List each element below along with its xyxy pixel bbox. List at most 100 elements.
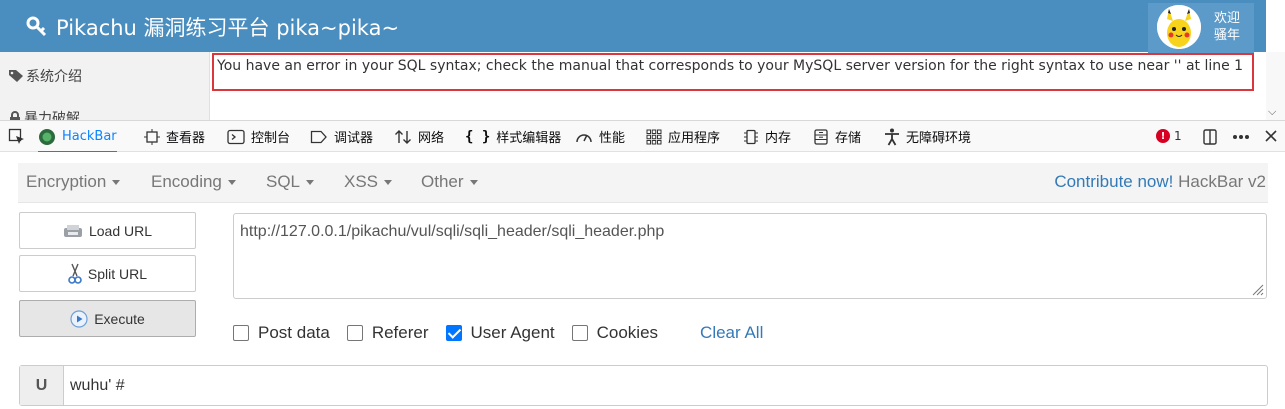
console-icon [227,129,245,144]
button-label: Split URL [87,265,148,282]
tab-console[interactable]: 控制台 [227,121,290,152]
play-icon [70,309,88,328]
menu-encryption[interactable]: Encryption [26,172,121,192]
button-label: Load URL [88,222,153,239]
devtools-toolbar: HackBar 查看器 控制台 调试器 网络 { } 样式编辑器 性能 应用程序… [0,120,1285,153]
option-label: Referer [371,323,429,342]
user-agent-label: U [20,366,64,405]
sidebar-item-label: 暴力破解 [24,111,80,120]
error-icon: ! [1156,129,1170,143]
memory-icon [744,129,758,144]
style-editor-icon: { } [465,128,491,145]
lock-icon [10,111,20,120]
checkbox-referer[interactable] [346,325,363,341]
scissors-icon [68,263,82,284]
tab-label: 存储 [835,131,862,146]
tab-application[interactable]: 应用程序 [646,121,720,152]
option-post-data[interactable]: Post data [233,323,330,343]
accessibility-icon [885,128,899,145]
network-icon [395,129,411,144]
key-icon [26,16,47,37]
checkbox-user-agent[interactable] [445,325,462,341]
tab-label: 内存 [765,131,792,146]
option-referer[interactable]: Referer [346,323,429,343]
tab-label: 控制台 [251,131,291,146]
tab-label: 调试器 [334,131,374,146]
menu-sql[interactable]: SQL [266,172,315,192]
storage-icon [814,128,828,145]
page-scrollbar[interactable]: ⌵ [1266,52,1285,120]
close-icon[interactable] [1264,129,1278,143]
menu-encoding[interactable]: Encoding [151,172,236,192]
hackbar-version: HackBar v2 [1178,172,1266,191]
error-count: 1 [1174,129,1182,143]
application-icon [646,129,662,144]
user-agent-input[interactable]: wuhu' # [64,366,1267,405]
menu-other[interactable]: Other [421,172,478,192]
more-options-icon[interactable] [1232,134,1250,140]
sidebar-item-bruteforce[interactable]: 暴力破解 [8,108,80,120]
chevron-down-icon[interactable]: ⌵ [1268,105,1276,119]
caret-down-icon [384,180,393,186]
performance-icon [576,133,592,142]
error-counter[interactable]: ! 1 [1156,129,1182,143]
avatar [1157,5,1201,49]
sidebar: 系统介绍 暴力破解 [0,52,210,120]
tab-label: HackBar [62,129,117,144]
option-label: Cookies [596,323,659,342]
inspector-icon [144,128,160,145]
tab-label: 样式编辑器 [496,131,562,146]
caret-down-icon [469,180,478,186]
caret-down-icon [112,180,121,186]
contribute-link[interactable]: Contribute now! [1054,172,1173,191]
error-text: You have an error in your SQL syntax; ch… [217,58,1244,74]
hackbar-menubar: Encryption Encoding SQL XSS Other Contri… [18,163,1268,203]
hackbar-icon [39,128,55,145]
tab-accessibility[interactable]: 无障碍环境 [884,121,971,152]
dock-toggle-icon[interactable] [1202,129,1218,145]
checkbox-cookies[interactable] [571,325,588,341]
tab-inspector[interactable]: 查看器 [144,121,205,152]
menu-label: Encoding [151,172,222,191]
tab-storage[interactable]: 存储 [813,121,861,152]
url-text: http://127.0.0.1/pikachu/vul/sqli/sqli_h… [240,223,665,240]
hackbar-panel: Encryption Encoding SQL XSS Other Contri… [0,152,1285,409]
menu-label: Encryption [26,172,107,191]
resize-handle-icon[interactable] [1250,282,1264,296]
option-cookies[interactable]: Cookies [571,323,659,343]
element-picker-icon[interactable] [8,128,26,146]
tab-performance[interactable]: 性能 [575,121,625,152]
menu-xss[interactable]: XSS [344,172,393,192]
option-user-agent[interactable]: User Agent [445,323,555,343]
url-textarea[interactable]: http://127.0.0.1/pikachu/vul/sqli/sqli_h… [233,213,1267,299]
contribute: Contribute now! HackBar v2 [1054,172,1266,192]
tab-label: 应用程序 [668,131,721,146]
clear-all-link[interactable]: Clear All [700,323,763,343]
brand[interactable]: Pikachu 漏洞练习平台 pika~pika~ [26,12,399,42]
sidebar-item-intro[interactable]: 系统介绍 [8,66,82,86]
execute-button[interactable]: Execute [19,300,196,337]
tab-network[interactable]: 网络 [394,121,444,152]
pikachu-avatar-icon [1157,5,1201,49]
option-label: Post data [258,323,330,342]
header-edge [1266,0,1285,52]
sql-error-message: You have an error in your SQL syntax; ch… [212,53,1254,91]
page-header: Pikachu 漏洞练习平台 pika~pika~ 欢迎骚年 [0,0,1285,53]
user-agent-field: U wuhu' # [19,365,1268,406]
checkbox-post-data[interactable] [233,325,249,341]
split-url-button[interactable]: Split URL [19,255,196,292]
caret-down-icon [227,180,236,186]
tab-label: 网络 [418,131,445,146]
tab-label: 无障碍环境 [906,131,972,146]
user-menu[interactable]: 欢迎骚年 [1148,3,1254,53]
debugger-icon [310,130,327,143]
tab-memory[interactable]: 内存 [743,121,791,152]
button-label: Execute [94,310,145,327]
tab-hackbar[interactable]: HackBar [38,121,117,153]
load-url-button[interactable]: Load URL [19,212,196,249]
tab-label: 查看器 [166,131,206,146]
tab-debugger[interactable]: 调试器 [310,121,373,152]
load-icon [63,224,82,237]
menu-label: SQL [266,172,301,191]
tab-style-editor[interactable]: { } 样式编辑器 [465,121,561,152]
